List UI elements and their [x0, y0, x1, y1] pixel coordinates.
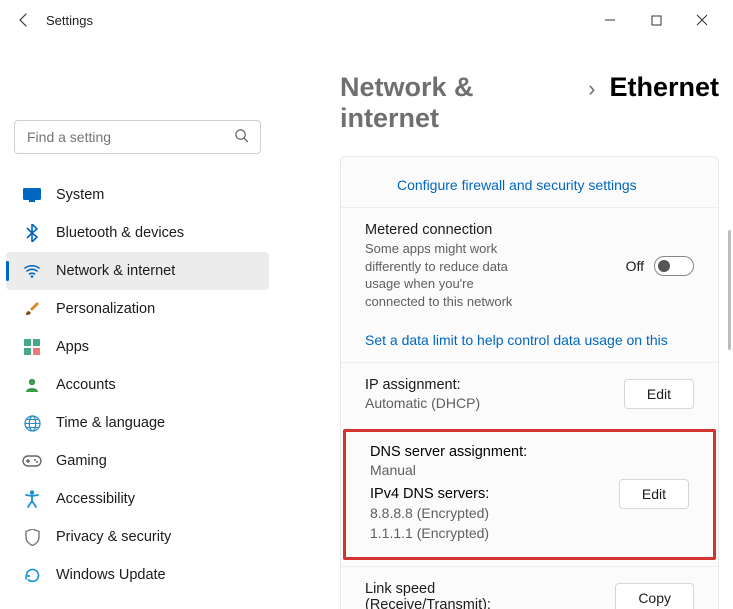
ip-value: Automatic (DHCP): [365, 395, 624, 411]
accessibility-icon: [22, 489, 42, 509]
sidebar-item-privacy[interactable]: Privacy & security: [6, 518, 269, 556]
search-icon: [234, 128, 249, 146]
apps-icon: [22, 337, 42, 357]
link-speed-title: Link speed (Receive/Transmit):: [365, 581, 525, 609]
data-limit-link[interactable]: Set a data limit to help control data us…: [341, 324, 718, 362]
titlebar: Settings: [0, 0, 733, 40]
search-wrap: [14, 120, 261, 154]
search-input[interactable]: [14, 120, 261, 154]
link-speed-copy-button[interactable]: Copy: [615, 583, 694, 609]
metered-title: Metered connection: [365, 222, 626, 238]
toggle-knob: [658, 260, 670, 272]
sidebar-item-accessibility[interactable]: Accessibility: [6, 480, 269, 518]
sidebar-item-label: Accessibility: [56, 491, 135, 507]
sidebar-item-label: Time & language: [56, 415, 165, 431]
breadcrumb: Network & internet › Ethernet: [340, 72, 719, 134]
sidebar-item-personalization[interactable]: Personalization: [6, 290, 269, 328]
nav-list: System Bluetooth & devices Network & inter…: [0, 176, 275, 594]
update-icon: [22, 565, 42, 585]
account-icon: [22, 375, 42, 395]
dns-section-highlighted: DNS server assignment: Manual IPv4 DNS s…: [343, 429, 716, 560]
sidebar-item-label: Privacy & security: [56, 529, 171, 545]
ip-edit-button[interactable]: Edit: [624, 379, 694, 409]
sidebar-item-label: Gaming: [56, 453, 107, 469]
close-icon: [696, 14, 708, 26]
dns-server-entry: 1.1.1.1 (Encrypted): [370, 524, 619, 544]
dns-edit-button[interactable]: Edit: [619, 479, 689, 509]
content: Network & internet › Ethernet Configure …: [340, 72, 719, 609]
sidebar-item-label: Accounts: [56, 377, 116, 393]
chevron-right-icon: ›: [588, 76, 595, 102]
window-title: Settings: [46, 13, 93, 28]
metered-section: Metered connection Some apps might work …: [341, 207, 718, 324]
bluetooth-icon: [22, 223, 42, 243]
sidebar-item-label: Network & internet: [56, 263, 175, 279]
system-icon: [22, 185, 42, 205]
breadcrumb-current: Ethernet: [609, 72, 719, 103]
sidebar-item-label: Personalization: [56, 301, 155, 317]
sidebar-item-apps[interactable]: Apps: [6, 328, 269, 366]
close-button[interactable]: [679, 4, 725, 36]
sidebar-item-system[interactable]: System: [6, 176, 269, 214]
minimize-icon: [604, 14, 616, 26]
dns-mode: Manual: [370, 462, 619, 478]
ip-title: IP assignment:: [365, 377, 624, 393]
link-speed-section: Link speed (Receive/Transmit): Copy: [341, 566, 718, 609]
sidebar-item-gaming[interactable]: Gaming: [6, 442, 269, 480]
metered-toggle[interactable]: [654, 256, 694, 276]
scrollbar[interactable]: [728, 230, 731, 350]
maximize-icon: [651, 15, 662, 26]
minimize-button[interactable]: [587, 4, 633, 36]
back-button[interactable]: [8, 4, 40, 36]
window-controls: [587, 4, 725, 36]
dns-servers-list: 8.8.8.8 (Encrypted)1.1.1.1 (Encrypted): [370, 504, 619, 543]
sidebar-item-label: Bluetooth & devices: [56, 225, 184, 241]
maximize-button[interactable]: [633, 4, 679, 36]
dns-server-entry: 8.8.8.8 (Encrypted): [370, 504, 619, 524]
firewall-link[interactable]: Configure firewall and security settings: [341, 169, 718, 207]
sidebar: System Bluetooth & devices Network & inter…: [0, 120, 275, 594]
network-icon: [22, 261, 42, 281]
settings-panel: Configure firewall and security settings…: [340, 156, 719, 609]
sidebar-item-time[interactable]: Time & language: [6, 404, 269, 442]
metered-desc: Some apps might work differently to redu…: [365, 240, 535, 310]
ip-section: IP assignment: Automatic (DHCP) Edit: [341, 362, 718, 425]
brush-icon: [22, 299, 42, 319]
gamepad-icon: [22, 451, 42, 471]
arrow-left-icon: [16, 12, 32, 28]
globe-icon: [22, 413, 42, 433]
shield-icon: [22, 527, 42, 547]
sidebar-item-label: Windows Update: [56, 567, 166, 583]
sidebar-item-label: System: [56, 187, 104, 203]
metered-toggle-label: Off: [626, 258, 644, 274]
sidebar-item-accounts[interactable]: Accounts: [6, 366, 269, 404]
breadcrumb-parent[interactable]: Network & internet: [340, 72, 574, 134]
sidebar-item-update[interactable]: Windows Update: [6, 556, 269, 594]
sidebar-item-bluetooth[interactable]: Bluetooth & devices: [6, 214, 269, 252]
dns-title: DNS server assignment:: [370, 444, 619, 460]
dns-servers-label: IPv4 DNS servers:: [370, 486, 619, 502]
sidebar-item-network[interactable]: Network & internet: [6, 252, 269, 290]
sidebar-item-label: Apps: [56, 339, 89, 355]
